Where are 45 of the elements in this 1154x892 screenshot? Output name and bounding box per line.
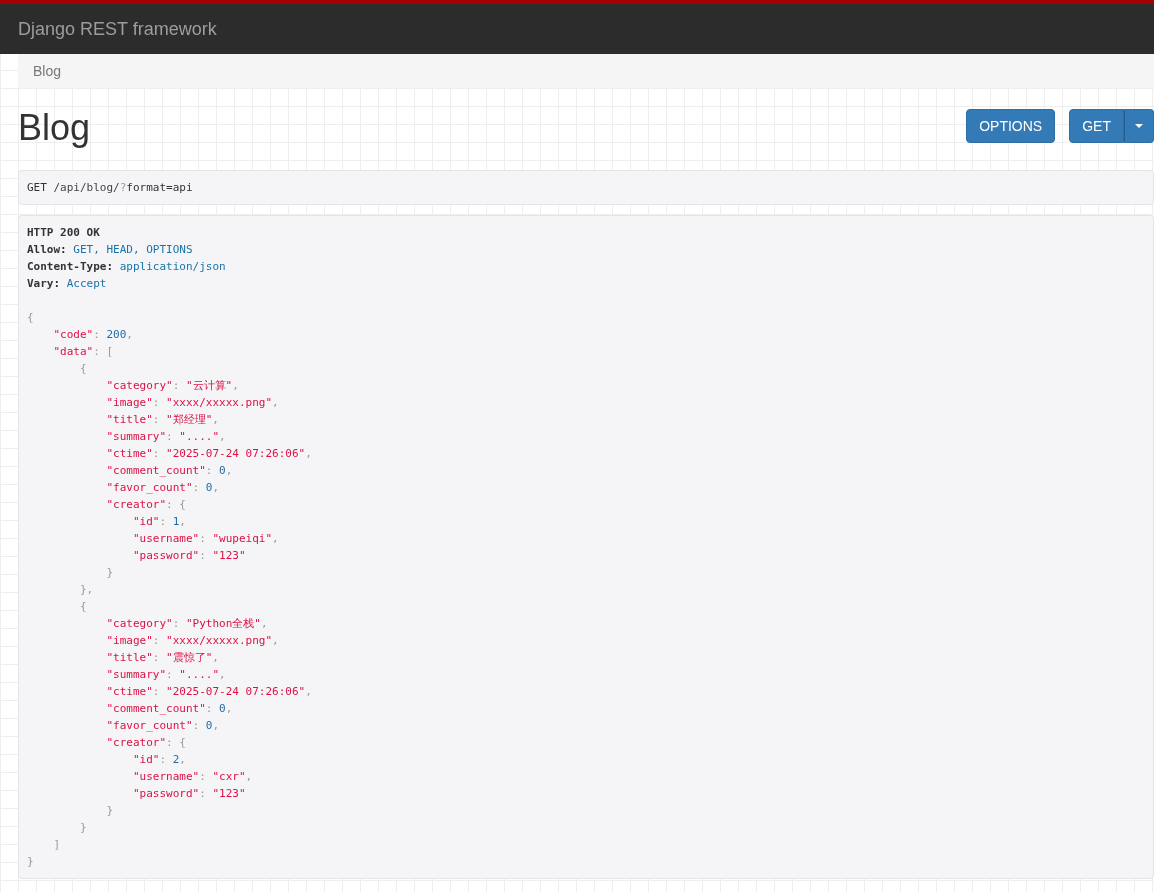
code-line: "comment_count": 0, — [105, 463, 234, 479]
code-line: { — [78, 361, 88, 377]
code-line: "favor_count": 0, — [105, 480, 221, 496]
header-line: Content-Type: application/json — [27, 259, 227, 275]
code-line: "image": "xxxx/xxxxx.png", — [105, 633, 280, 649]
code-line: "ctime": "2025-07-24 07:26:06", — [105, 684, 313, 700]
breadcrumb-item: Blog — [33, 63, 62, 79]
page-title: Blog — [18, 106, 91, 150]
code-line: "category": "云计算", — [105, 378, 240, 394]
code-line: "id": 2, — [131, 752, 187, 768]
code-line: } — [78, 820, 88, 836]
code-line: "comment_count": 0, — [105, 701, 234, 717]
caret-icon — [1135, 124, 1143, 128]
status-line: HTTP 200 OK — [27, 225, 101, 241]
code-line: "title": "郑经理", — [105, 412, 220, 428]
code-line: { — [78, 599, 88, 615]
code-line: "summary": "....", — [105, 667, 227, 683]
code-line: "favor_count": 0, — [105, 718, 221, 734]
code-line: "password": "123" — [131, 786, 247, 802]
get-button[interactable]: GET — [1069, 109, 1124, 143]
code-line: "data": [ — [52, 344, 115, 360]
code-line: "creator": { — [105, 735, 187, 751]
code-line: "title": "震惊了", — [105, 650, 220, 666]
code-line: "password": "123" — [131, 548, 247, 564]
code-line: ] — [52, 837, 62, 853]
code-line: "id": 1, — [131, 514, 187, 530]
code-line: "image": "xxxx/xxxxx.png", — [105, 395, 280, 411]
code-line: } — [105, 565, 115, 581]
code-line: } — [27, 854, 35, 870]
dropdown-toggle-button[interactable] — [1124, 109, 1154, 143]
header-line: Allow: GET, HEAD, OPTIONS — [27, 242, 194, 258]
code-line: "summary": "....", — [105, 429, 227, 445]
code-line: { — [27, 310, 35, 326]
code-line: "creator": { — [105, 497, 187, 513]
request-line: GET /api/blog/?format=api — [27, 180, 194, 196]
code-line: "username": "wupeiqi", — [131, 531, 280, 547]
code-line: }, — [78, 582, 95, 598]
code-line: "category": "Python全栈", — [105, 616, 269, 632]
code-line: "username": "cxr", — [131, 769, 254, 785]
code-line: "code": 200, — [52, 327, 134, 343]
header-line: Vary: Accept — [27, 276, 108, 292]
code-line: "ctime": "2025-07-24 07:26:06", — [105, 446, 313, 462]
options-button[interactable]: OPTIONS — [966, 109, 1056, 143]
brand-link[interactable]: Django REST framework — [18, 18, 217, 40]
code-line: } — [105, 803, 115, 819]
